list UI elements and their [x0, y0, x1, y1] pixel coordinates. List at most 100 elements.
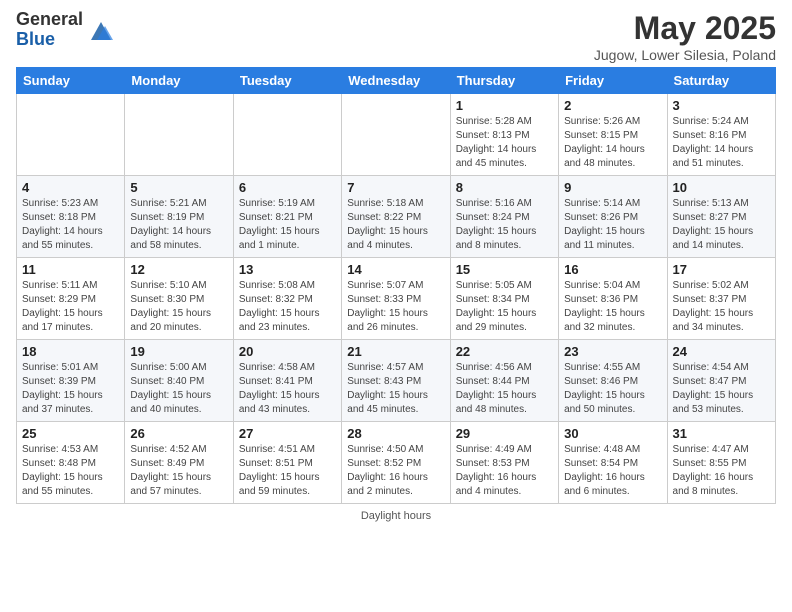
calendar-body: 1 Sunrise: 5:28 AM Sunset: 8:13 PM Daylig…: [17, 94, 776, 504]
calendar-cell: 7Sunrise: 5:18 AM Sunset: 8:22 PM Daylig…: [342, 176, 450, 258]
calendar-cell: 20 Sunrise: 4:58 AM Sunset: 8:41 PM Dayli…: [233, 340, 341, 422]
day-of-week-header: Saturday: [667, 68, 775, 94]
day-info: Sunrise: 5:04 AM Sunset: 8:36 PM Dayligh…: [564, 279, 661, 335]
day-number: 13: [239, 262, 336, 277]
calendar-cell: [342, 94, 450, 176]
day-of-week-header: Monday: [125, 68, 233, 94]
days-of-week-row: SundayMondayTuesdayWednesdayThursdayFrid…: [17, 68, 776, 94]
calendar-cell: 4 Sunrise: 5:23 AM Sunset: 8:18 PM Daylig…: [17, 176, 125, 258]
day-number: 25: [22, 426, 119, 441]
day-number: 9: [564, 180, 661, 195]
location-subtitle: Jugow, Lower Silesia, Poland: [594, 47, 776, 63]
day-info: Sunrise: 4:50 AM Sunset: 8:52 PM Dayligh…: [347, 443, 444, 499]
calendar-cell: 23 Sunrise: 4:55 AM Sunset: 8:46 PM Dayli…: [559, 340, 667, 422]
calendar-week-row: 25 Sunrise: 4:53 AM Sunset: 8:48 PM Dayli…: [17, 422, 776, 504]
day-number: 3: [673, 98, 770, 113]
calendar-cell: 30 Sunrise: 4:48 AM Sunset: 8:54 PM Dayli…: [559, 422, 667, 504]
calendar-cell: 6Sunrise: 5:19 AM Sunset: 8:21 PM Daylig…: [233, 176, 341, 258]
calendar-cell: 17 Sunrise: 5:02 AM Sunset: 8:37 PM Dayli…: [667, 258, 775, 340]
day-info: Sunrise: 5:19 AM Sunset: 8:21 PM Dayligh…: [239, 197, 336, 253]
calendar-cell: 10 Sunrise: 5:13 AM Sunset: 8:27 PM Dayli…: [667, 176, 775, 258]
day-number: 26: [130, 426, 227, 441]
day-number: 27: [239, 426, 336, 441]
day-number: 16: [564, 262, 661, 277]
day-number: 23: [564, 344, 661, 359]
calendar-cell: 28 Sunrise: 4:50 AM Sunset: 8:52 PM Dayli…: [342, 422, 450, 504]
day-info: Sunrise: 4:53 AM Sunset: 8:48 PM Dayligh…: [22, 443, 119, 499]
day-info: Sunrise: 5:01 AM Sunset: 8:39 PM Dayligh…: [22, 361, 119, 417]
day-number: 7: [347, 180, 444, 195]
calendar-week-row: 1 Sunrise: 5:28 AM Sunset: 8:13 PM Daylig…: [17, 94, 776, 176]
day-number: 22: [456, 344, 553, 359]
day-number: 18: [22, 344, 119, 359]
day-number: 2: [564, 98, 661, 113]
day-number: 19: [130, 344, 227, 359]
calendar-cell: 16 Sunrise: 5:04 AM Sunset: 8:36 PM Dayli…: [559, 258, 667, 340]
calendar-cell: 19Sunrise: 5:00 AM Sunset: 8:40 PM Dayli…: [125, 340, 233, 422]
day-info: Sunrise: 5:10 AM Sunset: 8:30 PM Dayligh…: [130, 279, 227, 335]
day-info: Sunrise: 4:47 AM Sunset: 8:55 PM Dayligh…: [673, 443, 770, 499]
day-info: Sunrise: 4:58 AM Sunset: 8:41 PM Dayligh…: [239, 361, 336, 417]
calendar-cell: 1 Sunrise: 5:28 AM Sunset: 8:13 PM Daylig…: [450, 94, 558, 176]
day-info: Sunrise: 5:23 AM Sunset: 8:18 PM Dayligh…: [22, 197, 119, 253]
day-info: Sunrise: 4:55 AM Sunset: 8:46 PM Dayligh…: [564, 361, 661, 417]
day-number: 1: [456, 98, 553, 113]
day-info: Sunrise: 5:08 AM Sunset: 8:32 PM Dayligh…: [239, 279, 336, 335]
logo-general: General: [16, 10, 83, 30]
day-info: Sunrise: 5:02 AM Sunset: 8:37 PM Dayligh…: [673, 279, 770, 335]
logo-blue: Blue: [16, 30, 83, 50]
calendar-cell: 26 Sunrise: 4:52 AM Sunset: 8:49 PM Dayli…: [125, 422, 233, 504]
day-info: Sunrise: 4:48 AM Sunset: 8:54 PM Dayligh…: [564, 443, 661, 499]
calendar-cell: 12Sunrise: 5:10 AM Sunset: 8:30 PM Dayli…: [125, 258, 233, 340]
calendar-cell: 2 Sunrise: 5:26 AM Sunset: 8:15 PM Daylig…: [559, 94, 667, 176]
day-info: Sunrise: 5:13 AM Sunset: 8:27 PM Dayligh…: [673, 197, 770, 253]
day-info: Sunrise: 5:28 AM Sunset: 8:13 PM Dayligh…: [456, 115, 553, 171]
day-info: Sunrise: 5:26 AM Sunset: 8:15 PM Dayligh…: [564, 115, 661, 171]
day-number: 20: [239, 344, 336, 359]
day-info: Sunrise: 5:24 AM Sunset: 8:16 PM Dayligh…: [673, 115, 770, 171]
day-info: Sunrise: 4:54 AM Sunset: 8:47 PM Dayligh…: [673, 361, 770, 417]
title-section: May 2025 Jugow, Lower Silesia, Poland: [594, 10, 776, 63]
calendar-cell: 29Sunrise: 4:49 AM Sunset: 8:53 PM Dayli…: [450, 422, 558, 504]
calendar-cell: 5Sunrise: 5:21 AM Sunset: 8:19 PM Daylig…: [125, 176, 233, 258]
day-info: Sunrise: 4:52 AM Sunset: 8:49 PM Dayligh…: [130, 443, 227, 499]
day-number: 28: [347, 426, 444, 441]
month-title: May 2025: [594, 10, 776, 47]
day-number: 15: [456, 262, 553, 277]
calendar-week-row: 4 Sunrise: 5:23 AM Sunset: 8:18 PM Daylig…: [17, 176, 776, 258]
day-number: 10: [673, 180, 770, 195]
calendar-cell: 9 Sunrise: 5:14 AM Sunset: 8:26 PM Daylig…: [559, 176, 667, 258]
calendar-cell: 13 Sunrise: 5:08 AM Sunset: 8:32 PM Dayli…: [233, 258, 341, 340]
day-info: Sunrise: 5:07 AM Sunset: 8:33 PM Dayligh…: [347, 279, 444, 335]
calendar-cell: 27Sunrise: 4:51 AM Sunset: 8:51 PM Dayli…: [233, 422, 341, 504]
day-info: Sunrise: 4:56 AM Sunset: 8:44 PM Dayligh…: [456, 361, 553, 417]
day-number: 17: [673, 262, 770, 277]
calendar-cell: 11 Sunrise: 5:11 AM Sunset: 8:29 PM Dayli…: [17, 258, 125, 340]
day-number: 31: [673, 426, 770, 441]
day-number: 11: [22, 262, 119, 277]
day-info: Sunrise: 5:14 AM Sunset: 8:26 PM Dayligh…: [564, 197, 661, 253]
footer-note: Daylight hours: [16, 510, 776, 522]
calendar-cell: 3 Sunrise: 5:24 AM Sunset: 8:16 PM Daylig…: [667, 94, 775, 176]
day-info: Sunrise: 5:11 AM Sunset: 8:29 PM Dayligh…: [22, 279, 119, 335]
day-info: Sunrise: 4:57 AM Sunset: 8:43 PM Dayligh…: [347, 361, 444, 417]
day-info: Sunrise: 5:16 AM Sunset: 8:24 PM Dayligh…: [456, 197, 553, 253]
day-of-week-header: Friday: [559, 68, 667, 94]
day-info: Sunrise: 5:21 AM Sunset: 8:19 PM Dayligh…: [130, 197, 227, 253]
day-of-week-header: Thursday: [450, 68, 558, 94]
calendar-cell: 31 Sunrise: 4:47 AM Sunset: 8:55 PM Dayli…: [667, 422, 775, 504]
day-number: 30: [564, 426, 661, 441]
header: General Blue May 2025 Jugow, Lower Siles…: [16, 10, 776, 63]
calendar-cell: 22 Sunrise: 4:56 AM Sunset: 8:44 PM Dayli…: [450, 340, 558, 422]
day-of-week-header: Sunday: [17, 68, 125, 94]
calendar-cell: 8Sunrise: 5:16 AM Sunset: 8:24 PM Daylig…: [450, 176, 558, 258]
calendar-cell: [125, 94, 233, 176]
calendar-header: SundayMondayTuesdayWednesdayThursdayFrid…: [17, 68, 776, 94]
day-number: 29: [456, 426, 553, 441]
calendar-cell: 24Sunrise: 4:54 AM Sunset: 8:47 PM Dayli…: [667, 340, 775, 422]
day-number: 4: [22, 180, 119, 195]
page: General Blue May 2025 Jugow, Lower Siles…: [0, 0, 792, 612]
calendar-cell: 25 Sunrise: 4:53 AM Sunset: 8:48 PM Dayli…: [17, 422, 125, 504]
calendar-cell: 18 Sunrise: 5:01 AM Sunset: 8:39 PM Dayli…: [17, 340, 125, 422]
day-of-week-header: Tuesday: [233, 68, 341, 94]
